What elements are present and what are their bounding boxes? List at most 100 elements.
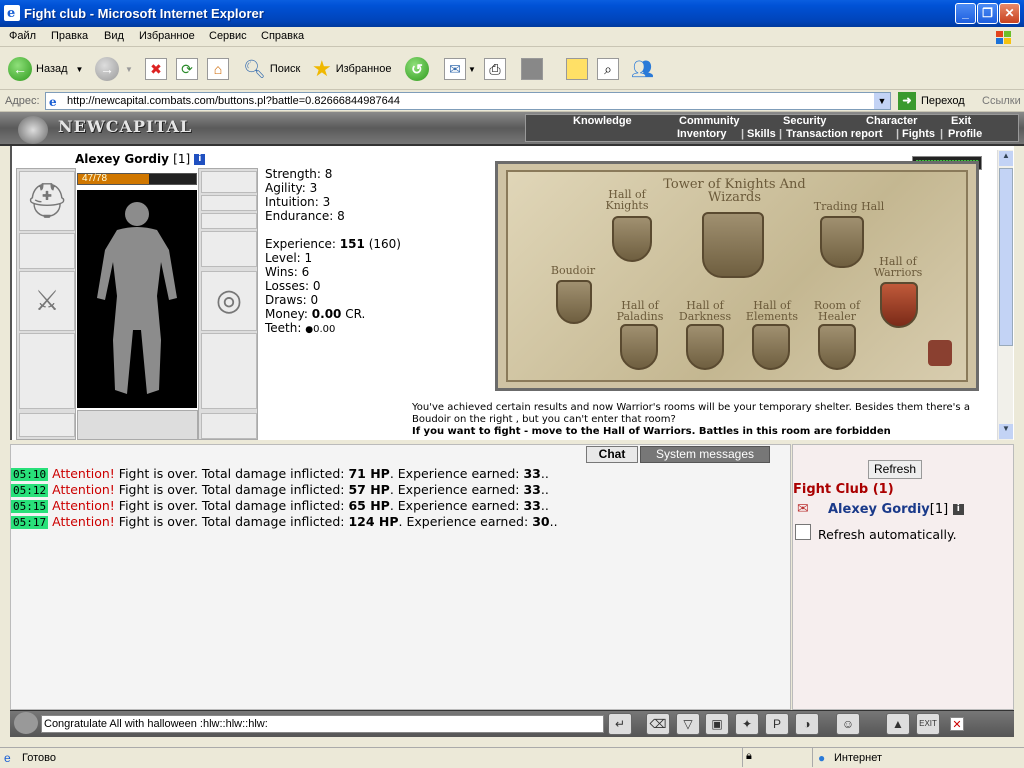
room-darkness-label[interactable]: Hall of Darkness	[676, 300, 734, 322]
messenger-button[interactable]: 👥︎	[631, 54, 654, 84]
exit-emblem-icon[interactable]	[928, 340, 952, 366]
room-trading-shield-icon[interactable]	[820, 216, 864, 268]
room-boudoir-label[interactable]: Boudoir	[548, 265, 598, 276]
address-dropdown-icon[interactable]: ▼	[874, 93, 890, 109]
menu-file[interactable]: Файл	[9, 30, 36, 42]
shield-slot[interactable]: ◎	[201, 271, 257, 331]
address-input[interactable]: e http://newcapital.combats.com/buttons.…	[45, 92, 891, 110]
chat-time[interactable]: 05:10	[11, 468, 49, 481]
stop-button[interactable]: ✖	[145, 54, 167, 84]
send-icon[interactable]: ↵	[608, 713, 632, 735]
menu-tools[interactable]: Сервис	[209, 30, 247, 42]
room-warriors-label[interactable]: Hall of Warriors	[870, 256, 926, 278]
address-url[interactable]: http://newcapital.combats.com/buttons.pl…	[67, 95, 400, 107]
filter-icon[interactable]: ▽	[676, 713, 700, 735]
room-healer-label[interactable]: Room of Healer	[807, 300, 867, 322]
favorites-button[interactable]: ★ Избранное	[312, 54, 391, 84]
helmet-slot[interactable]: ⛑︎	[19, 171, 75, 231]
inventory-icon[interactable]: ▲	[886, 713, 910, 735]
room-user[interactable]: Alexey Gordiy[1] i	[828, 502, 964, 517]
refresh-page-button[interactable]: ⟳	[176, 54, 198, 84]
bracers-slot[interactable]	[19, 233, 75, 269]
room-knights-shield-icon[interactable]	[612, 216, 652, 262]
chat-input[interactable]: Congratulate All with halloween :hlw::hl…	[41, 715, 604, 733]
chat-time[interactable]: 05:15	[11, 500, 49, 513]
room-elements-label[interactable]: Hall of Elements	[743, 300, 801, 322]
chat-time[interactable]: 05:17	[11, 516, 49, 529]
nav-character[interactable]: Character	[866, 115, 917, 127]
history-button[interactable]: ↺	[405, 54, 429, 84]
fight-icon[interactable]: ✦	[735, 713, 759, 735]
tab-chat[interactable]: Chat	[586, 446, 638, 463]
home-button[interactable]: ⌂	[207, 54, 229, 84]
rings-slot[interactable]	[201, 213, 257, 229]
chevron-down-icon[interactable]: ▼	[125, 65, 133, 74]
minimize-button[interactable]: _	[955, 3, 976, 24]
nav-knowledge[interactable]: Knowledge	[573, 115, 632, 127]
nav-security[interactable]: Security	[783, 115, 826, 127]
room-tower-shield-icon[interactable]	[702, 212, 764, 278]
edit-button[interactable]	[521, 54, 543, 84]
subnav-inventory[interactable]: Inventory	[677, 128, 727, 140]
menu-favorites[interactable]: Избранное	[139, 30, 195, 42]
menu-view[interactable]: Вид	[104, 30, 124, 42]
private-message-icon[interactable]: ✉	[797, 500, 809, 517]
chevron-down-icon[interactable]: ▼	[76, 65, 84, 74]
room-trading-label[interactable]: Trading Hall	[806, 201, 892, 212]
main-scrollbar[interactable]: ▲ ▼	[997, 150, 1013, 440]
eraser-icon[interactable]: ⌫	[646, 713, 670, 735]
room-tower-label[interactable]: Tower of Knights And Wizards	[662, 178, 807, 204]
mail-button[interactable]: ✉ ▼	[444, 54, 476, 84]
room-knights-label[interactable]: Hall of Knights	[602, 189, 652, 211]
notes-button[interactable]	[566, 54, 588, 84]
sound-icon[interactable]: ◑	[795, 713, 819, 735]
exit-icon[interactable]: EXIT	[916, 713, 940, 735]
belt-slot[interactable]	[19, 413, 75, 437]
room-healer-shield-icon[interactable]	[818, 324, 856, 370]
go-arrow-icon[interactable]: ➜	[898, 92, 916, 110]
subnav-fights[interactable]: Fights	[902, 128, 935, 140]
speaker-icon[interactable]	[14, 712, 38, 734]
nav-community[interactable]: Community	[679, 115, 740, 127]
maximize-button[interactable]: ❐	[977, 3, 998, 24]
private-icon[interactable]: P	[765, 713, 789, 735]
room-elements-shield-icon[interactable]	[752, 324, 790, 370]
forward-button[interactable]: → ▼	[95, 54, 133, 84]
auto-refresh-checkbox[interactable]	[795, 524, 811, 540]
room-paladins-label[interactable]: Hall of Paladins	[614, 300, 666, 322]
scroll-thumb[interactable]	[999, 168, 1013, 346]
subnav-transaction-report[interactable]: Transaction report	[786, 128, 883, 140]
smiley-icon[interactable]: ☺	[836, 713, 860, 735]
room-paladins-shield-icon[interactable]	[620, 324, 658, 370]
tab-system-messages[interactable]: System messages	[640, 446, 770, 463]
earrings-slot[interactable]	[201, 171, 257, 193]
research-button[interactable]: ⌕	[597, 54, 619, 84]
links-button[interactable]: Ссылки	[982, 95, 1021, 107]
bag-slots[interactable]	[77, 410, 198, 440]
menu-help[interactable]: Справка	[261, 30, 304, 42]
subnav-skills[interactable]: Skills	[747, 128, 776, 140]
search-button[interactable]: 🔍︎ Поиск	[243, 54, 300, 84]
refresh-button[interactable]: Refresh	[868, 460, 922, 479]
save-icon[interactable]: ▣	[705, 713, 729, 735]
info-icon[interactable]: i	[194, 154, 206, 165]
room-darkness-shield-icon[interactable]	[686, 324, 724, 370]
leggings-slot[interactable]	[201, 333, 257, 409]
armor-slot[interactable]	[19, 333, 75, 409]
room-boudoir-shield-icon[interactable]	[556, 280, 592, 324]
back-button[interactable]: ← Назад ▼	[8, 54, 83, 84]
weapon-slot[interactable]: ⚔︎	[19, 271, 75, 331]
subnav-profile[interactable]: Profile	[948, 128, 982, 140]
chat-time[interactable]: 05:12	[11, 484, 49, 497]
boots-slot[interactable]	[201, 413, 257, 439]
room-warriors-shield-icon[interactable]	[880, 282, 918, 328]
print-button[interactable]: ⎙	[484, 54, 506, 84]
info-icon[interactable]: i	[952, 504, 964, 515]
go-button[interactable]: Переход	[921, 95, 965, 107]
close-button[interactable]: ✕	[999, 3, 1020, 24]
gloves-slot[interactable]	[201, 231, 257, 267]
nav-exit[interactable]: Exit	[951, 115, 971, 127]
menu-edit[interactable]: Правка	[51, 30, 88, 42]
close-chat-icon[interactable]: ✕	[950, 717, 964, 731]
necklace-slot[interactable]	[201, 195, 257, 211]
